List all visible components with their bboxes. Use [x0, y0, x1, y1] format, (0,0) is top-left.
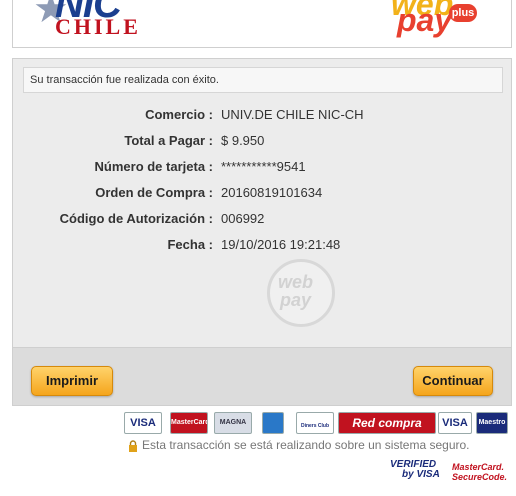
visa-logo: VISA: [124, 412, 162, 434]
merchant-logo: ★ NIC CHILE: [33, 0, 153, 42]
detail-value: ***********9541: [221, 159, 306, 174]
amex-logo: AMEX: [262, 412, 284, 434]
detail-label: Comercio :: [145, 107, 213, 122]
maestro-logo: Maestro: [476, 412, 508, 434]
merchant-logo-bottom: CHILE: [55, 14, 141, 39]
detail-label: Fecha :: [167, 237, 213, 252]
mc-line1: MasterCard.: [452, 462, 505, 472]
magna-logo: MAGNA: [214, 412, 252, 434]
detail-label: Total a Pagar :: [124, 133, 213, 148]
detail-row-merchant: Comercio : UNIV.DE CHILE NIC-CH: [13, 105, 513, 125]
print-button[interactable]: Imprimir: [31, 366, 113, 396]
continue-button[interactable]: Continuar: [413, 366, 493, 396]
detail-value: 19/10/2016 19:21:48: [221, 237, 341, 252]
watermark-bottom: pay: [280, 290, 312, 310]
detail-row-auth-code: Código de Autorización : 006992: [13, 209, 513, 229]
detail-row-total: Total a Pagar : $ 9.950: [13, 131, 513, 151]
visa-electron-logo: VISA: [438, 412, 472, 434]
webpay-logo: web pay plus: [389, 0, 499, 46]
success-message: Su transacción fue realizada con éxito.: [23, 67, 503, 93]
detail-value: 006992: [221, 211, 265, 226]
detail-row-date: Fecha : 19/10/2016 19:21:48: [13, 235, 513, 255]
button-bar: Imprimir Continuar: [13, 347, 511, 405]
secure-notice: Esta transacción se está realizando sobr…: [142, 438, 470, 452]
lock-icon: [128, 439, 138, 452]
webpay-plus-badge: plus: [449, 4, 477, 22]
verified-line2: by VISA: [402, 469, 440, 480]
diners-logo: Diners Club: [296, 412, 334, 434]
webpay-logo-bottom: pay: [397, 2, 453, 38]
page-header: ★ NIC CHILE web pay plus: [12, 0, 512, 48]
mc-line2: SecureCode.: [452, 472, 508, 482]
transaction-panel: Su transacción fue realizada con éxito. …: [12, 58, 512, 406]
detail-row-card-number: Número de tarjeta : ***********9541: [13, 157, 513, 177]
detail-value: UNIV.DE CHILE NIC-CH: [221, 107, 364, 122]
mastercard-securecode-badge: MasterCard. SecureCode.: [452, 462, 507, 482]
webpay-watermark: web pay: [267, 259, 335, 327]
verified-by-visa-badge: VERIFIED by VISA: [390, 460, 440, 480]
detail-label: Código de Autorización :: [59, 211, 213, 226]
redcompra-logo: Red compra: [338, 412, 436, 434]
mastercard-logo: MasterCard: [170, 412, 208, 434]
detail-label: Orden de Compra :: [95, 185, 213, 200]
detail-value: $ 9.950: [221, 133, 265, 148]
detail-row-order: Orden de Compra : 20160819101634: [13, 183, 513, 203]
detail-label: Número de tarjeta :: [94, 159, 213, 174]
detail-value: 20160819101634: [221, 185, 323, 200]
